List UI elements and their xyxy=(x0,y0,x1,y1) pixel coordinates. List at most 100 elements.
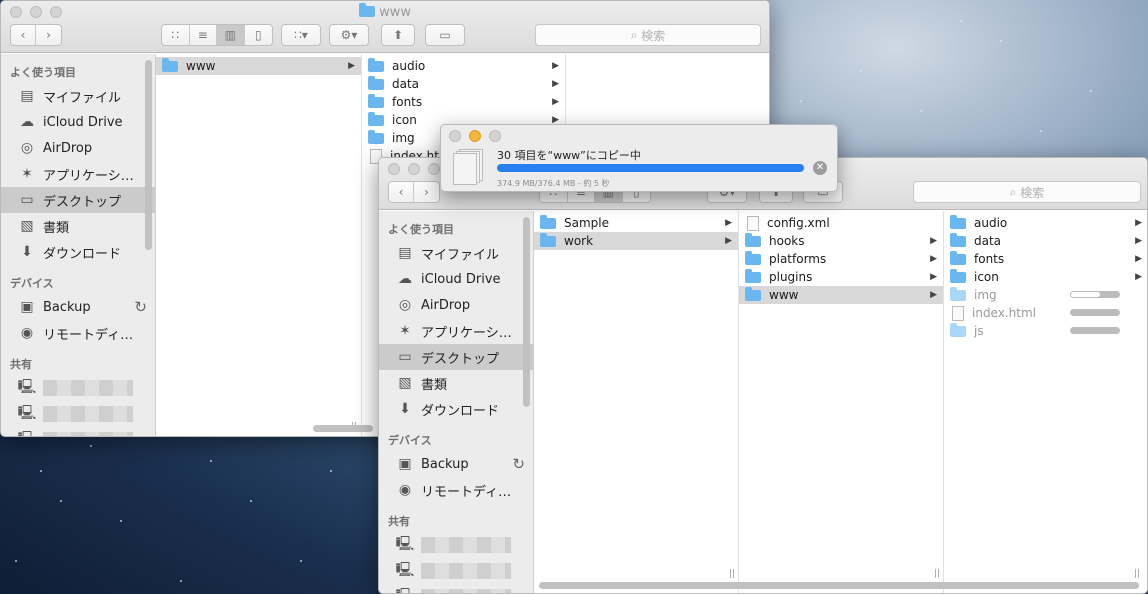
folder-row[interactable]: data ▶ xyxy=(362,75,565,93)
browser-column-1: www ▶ xyxy=(156,54,362,436)
sidebar-item[interactable]: ◉ リモートディ… xyxy=(379,477,533,503)
sidebar-item[interactable]: ⬇ ダウンロード xyxy=(379,396,533,422)
sidebar-item[interactable]: ▤ マイファイル xyxy=(379,240,533,266)
folder-row[interactable]: www ▶ xyxy=(739,286,943,304)
sidebar-item-label: ダウンロード xyxy=(421,403,500,419)
disclosure-arrow-icon: ▶ xyxy=(552,97,559,107)
sidebar-item[interactable]: ✶ アプリケーシ… xyxy=(379,318,533,344)
folder-row[interactable]: fonts ▶ xyxy=(362,93,565,111)
sidebar-item[interactable]: ◎ AirDrop xyxy=(1,135,155,161)
sidebar-item[interactable]: ▤ マイファイル xyxy=(1,83,155,109)
star xyxy=(920,110,922,112)
search-placeholder: 検索 xyxy=(641,28,666,43)
item-name: audio xyxy=(974,216,1008,230)
coverflow-view-button[interactable]: ▯ xyxy=(245,25,272,45)
folder-row[interactable]: js xyxy=(944,322,1147,340)
list-view-button[interactable]: ≡ xyxy=(190,25,217,45)
sidebar-item[interactable]: ☁ iCloud Drive xyxy=(379,266,533,292)
column-resize-handle[interactable]: || xyxy=(729,569,735,579)
sidebar-scrollbar[interactable] xyxy=(145,60,152,250)
close-button[interactable] xyxy=(388,163,400,175)
action-button[interactable]: ⚙▾ xyxy=(329,24,369,46)
sidebar-item[interactable]: ▭ デスクトップ xyxy=(379,344,533,370)
folder-row[interactable]: Sample ▶ xyxy=(534,214,738,232)
disclosure-arrow-icon: ▶ xyxy=(1135,218,1142,228)
close-button[interactable] xyxy=(449,130,461,142)
item-name: index.html xyxy=(972,306,1036,320)
copy-progress-bar xyxy=(497,164,805,172)
sidebar-item-shared[interactable]: 🖳 xyxy=(379,584,533,593)
folder-row[interactable]: fonts ▶ xyxy=(944,250,1147,268)
sidebar-item[interactable]: ◉ リモートディ… xyxy=(1,320,155,346)
folder-row[interactable]: data ▶ xyxy=(944,232,1147,250)
column-view-button[interactable]: ▥ xyxy=(217,25,245,45)
forward-button[interactable]: › xyxy=(36,25,61,45)
back-button[interactable]: ‹ xyxy=(11,25,37,45)
titlebar[interactable]: www ‹ › ∷ ≡ ▥ ▯ ∷▾ ⚙▾ ⬆ ▭ ⌕ 検索 xyxy=(1,1,769,53)
sidebar-item-shared[interactable]: 🖳 xyxy=(379,558,533,584)
zoom-button[interactable] xyxy=(428,163,440,175)
finder-window-front[interactable]: ‹ › ∷ ≡ ▥ ▯ ⚙▾ ⬆ ▭ ⌕ 検索 よく使う項目 ▤ マイファイル ☁ i… xyxy=(378,157,1148,594)
arrange-button[interactable]: ∷▾ xyxy=(281,24,321,46)
nav-buttons: ‹ › xyxy=(10,24,62,46)
folder-row[interactable]: www ▶ xyxy=(156,57,361,75)
sidebar-item[interactable]: ▭ デスクトップ xyxy=(1,187,155,213)
horizontal-scrollbar[interactable] xyxy=(539,582,1139,589)
sidebar-item[interactable]: ⬇ ダウンロード xyxy=(1,239,155,265)
star xyxy=(120,520,122,522)
folder-row[interactable]: audio ▶ xyxy=(944,214,1147,232)
folder-icon xyxy=(950,268,966,283)
sidebar-item-shared[interactable]: 🖳 xyxy=(1,427,155,436)
folder-row[interactable]: hooks ▶ xyxy=(739,232,943,250)
sync-icon[interactable]: ↻ xyxy=(512,455,525,473)
back-button[interactable]: ‹ xyxy=(389,182,415,202)
search-field[interactable]: ⌕ 検索 xyxy=(913,181,1141,203)
sidebar-item[interactable]: ▣ Backup ↻ xyxy=(379,451,533,477)
folder-row[interactable]: audio ▶ xyxy=(362,57,565,75)
sidebar-item-shared[interactable]: 🖳 xyxy=(379,532,533,558)
disk-icon: ▣ xyxy=(398,456,412,472)
folder-row[interactable]: plugins ▶ xyxy=(739,268,943,286)
cancel-copy-button[interactable]: ✕ xyxy=(813,161,827,175)
favorites-list: ▤ マイファイル ☁ iCloud Drive ◎ AirDrop ✶ アプリケーシ… ▭ デスク… xyxy=(1,83,155,265)
gear-icon: ⚙▾ xyxy=(340,28,358,42)
sidebar-item[interactable]: ▧ 書類 xyxy=(379,370,533,396)
sidebar-item-label: AirDrop xyxy=(43,140,93,156)
sidebar-item[interactable]: ▧ 書類 xyxy=(1,213,155,239)
folder-row[interactable]: platforms ▶ xyxy=(739,250,943,268)
sidebar-item-label: AirDrop xyxy=(421,297,471,313)
minimize-button[interactable] xyxy=(408,163,420,175)
forward-button[interactable]: › xyxy=(414,182,439,202)
column-resize-handle[interactable]: || xyxy=(934,569,940,579)
folder-icon xyxy=(368,75,384,90)
sidebar-item[interactable]: ✶ アプリケーシ… xyxy=(1,161,155,187)
zoom-button[interactable] xyxy=(489,130,501,142)
file-row[interactable]: config.xml xyxy=(739,214,943,232)
file-row[interactable]: index.html xyxy=(944,304,1147,322)
folder-icon xyxy=(745,250,761,265)
icon-view-button[interactable]: ∷ xyxy=(162,25,190,45)
share-button[interactable]: ⬆ xyxy=(381,24,415,46)
sidebar-item[interactable]: ▣ Backup ↻ xyxy=(1,294,155,320)
sidebar-item-shared[interactable]: 🖳 xyxy=(1,375,155,401)
sidebar-item[interactable]: ◎ AirDrop xyxy=(379,292,533,318)
file-icon xyxy=(747,215,759,231)
copy-progress-dialog[interactable]: 30 項目を“www”にコピー中 374.9 MB/376.4 MB - 約 5… xyxy=(440,124,838,192)
sidebar-item-label: ダウンロード xyxy=(43,246,122,262)
sync-icon[interactable]: ↻ xyxy=(134,298,147,316)
star xyxy=(15,560,17,562)
folder-icon xyxy=(950,250,966,265)
column-resize-handle[interactable]: || xyxy=(1134,569,1140,579)
folder-row[interactable]: img xyxy=(944,286,1147,304)
horizontal-scrollbar[interactable] xyxy=(313,425,373,432)
sidebar-item-shared[interactable]: 🖳 xyxy=(1,401,155,427)
folder-row[interactable]: work ▶ xyxy=(534,232,738,250)
computer-icon: 🖳 xyxy=(396,588,415,593)
tag-button[interactable]: ▭ xyxy=(425,24,465,46)
folder-row[interactable]: icon ▶ xyxy=(944,268,1147,286)
sidebar-item[interactable]: ☁ iCloud Drive xyxy=(1,109,155,135)
minimize-button[interactable] xyxy=(469,130,481,142)
sidebar-item-label: マイファイル xyxy=(43,90,122,106)
sidebar-scrollbar[interactable] xyxy=(523,217,530,407)
search-field[interactable]: ⌕ 検索 xyxy=(535,24,761,46)
